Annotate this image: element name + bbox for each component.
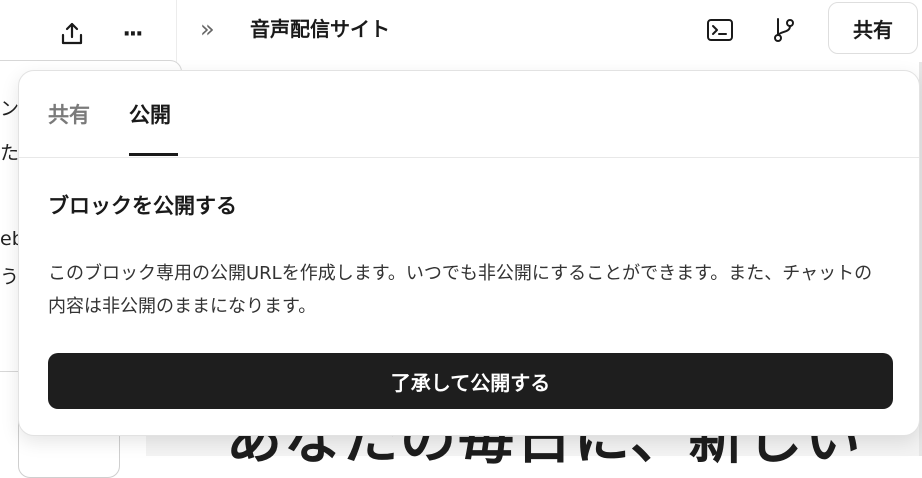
top-bar: ··· » 音声配信サイト 共有 — [0, 0, 922, 62]
branch-icon[interactable] — [766, 12, 802, 48]
publish-popover: 共有 公開 ブロックを公開する このブロック専用の公開URLを作成します。いつで… — [18, 70, 920, 436]
document-title: 音声配信サイト — [250, 17, 390, 41]
upload-icon[interactable] — [54, 16, 90, 52]
tab-publish[interactable]: 公開 — [129, 101, 171, 129]
background-text-fragment: ン — [0, 98, 20, 120]
share-button[interactable]: 共有 — [828, 2, 918, 54]
terminal-icon[interactable] — [702, 12, 738, 48]
background-text-fragment: うた — [0, 266, 20, 288]
background-text-fragment: eb — [0, 228, 20, 250]
popover-description: このブロック専用の公開URLを作成します。いつでも非公開にすることができます。ま… — [48, 263, 873, 317]
publish-button[interactable]: 了承して公開する — [48, 353, 893, 409]
popover-tabs: 共有 公開 — [19, 71, 919, 158]
popover-heading: ブロックを公開する — [48, 194, 237, 218]
divider — [176, 0, 177, 62]
active-tab-indicator — [129, 153, 178, 156]
expand-sidebar-icon[interactable]: » — [200, 14, 214, 44]
background-text-fragment: たい — [0, 142, 20, 164]
tab-share[interactable]: 共有 — [48, 101, 90, 129]
more-icon[interactable]: ··· — [114, 16, 150, 52]
